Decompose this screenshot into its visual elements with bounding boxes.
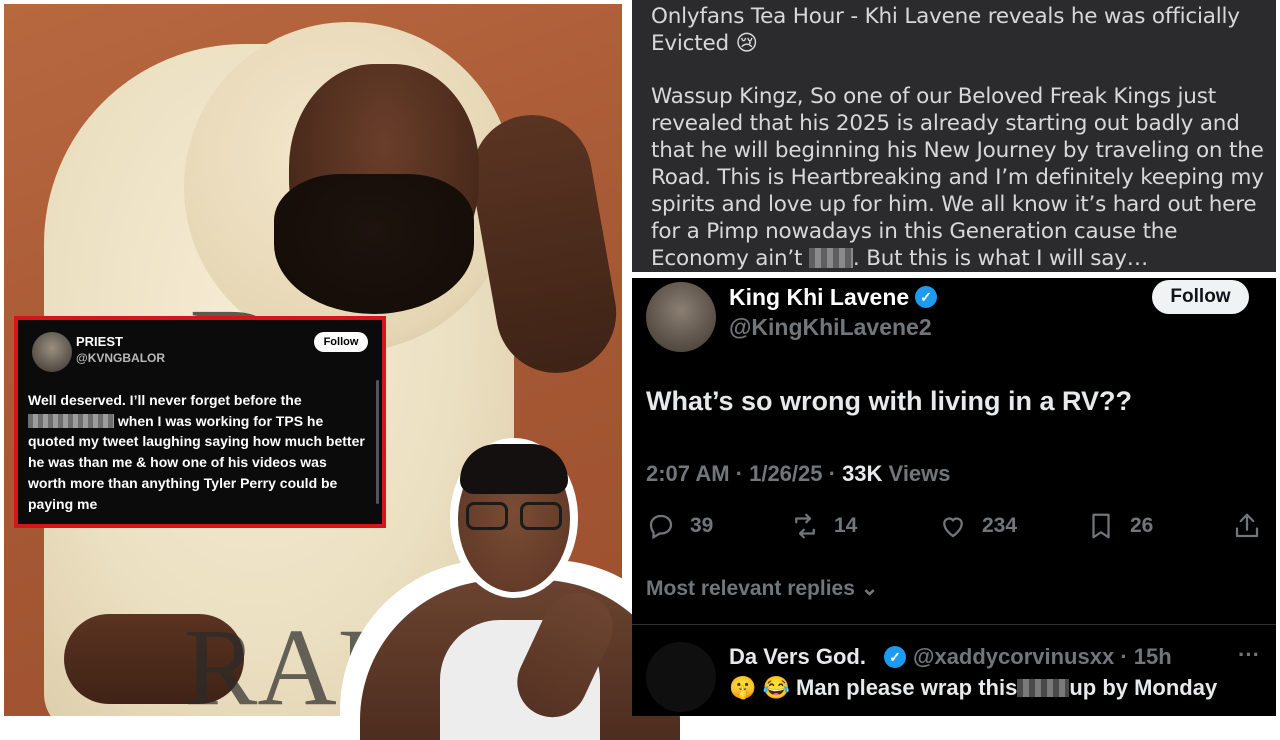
censor-bar <box>1017 679 1070 697</box>
reply-emoji: 🤫 😂 <box>729 675 790 700</box>
tweet-screenshot: King Khi Lavene ✓ @KingKhiLavene2 Follow… <box>632 278 1276 716</box>
reply-text-part1: Man please wrap this <box>796 675 1018 700</box>
repost-icon <box>795 513 815 539</box>
share-icon <box>1235 513 1259 538</box>
censor-bar <box>808 248 853 268</box>
author-handle[interactable]: @KVNGBALOR <box>76 351 165 365</box>
reply-count: 39 <box>690 514 714 537</box>
reply-author-handle[interactable]: @xaddycorvinusxx · 15h <box>913 644 1172 670</box>
verified-icon: ✓ <box>884 646 906 668</box>
replies-sort-dropdown[interactable]: Most relevant replies ⌄ <box>646 576 878 601</box>
post-body-part2: . But this is what I will say… <box>852 246 1149 271</box>
views-count: 33K <box>842 461 883 486</box>
tweet-text: What’s so wrong with living in a RV?? <box>646 386 1133 416</box>
replies-sort-label: Most relevant replies <box>646 577 855 600</box>
tweet-timestamp[interactable]: 2:07 AM · 1/26/25 · <box>646 461 836 486</box>
tweet-meta: 2:07 AM · 1/26/25 · 33K Views <box>646 461 951 487</box>
tweet-body: Well deserved. I’ll never forget before … <box>28 390 368 514</box>
like-stat[interactable]: 234 <box>938 511 1017 541</box>
author-handle[interactable]: @KingKhiLavene2 <box>729 314 932 341</box>
bookmark-stat[interactable]: 26 <box>1086 511 1153 541</box>
follow-button[interactable]: Follow <box>314 332 368 352</box>
repost-stat[interactable]: 14 <box>790 511 857 541</box>
reply-stat[interactable]: 39 <box>646 511 713 541</box>
bookmark-icon <box>1092 513 1110 539</box>
author-name[interactable]: King Khi Lavene <box>729 284 909 311</box>
avatar[interactable] <box>32 332 72 372</box>
reply-author-name[interactable]: Da Vers God. <box>729 644 866 670</box>
share-button[interactable] <box>1232 511 1262 541</box>
verified-icon: ✓ <box>915 286 937 308</box>
views-label: Views <box>888 461 951 486</box>
more-options-icon[interactable]: ··· <box>1238 642 1260 668</box>
author-name[interactable]: PRIEST <box>76 334 123 349</box>
follow-button[interactable]: Follow <box>1152 280 1249 314</box>
censor-bar <box>28 413 114 428</box>
like-icon <box>943 517 963 538</box>
post-body-part1: Wassup Kingz, So one of our Beloved Frea… <box>651 84 1264 271</box>
avatar[interactable] <box>646 282 716 352</box>
glasses-icon <box>462 502 566 532</box>
post-title: Onlyfans Tea Hour - Khi Lavene reveals h… <box>651 4 1240 56</box>
repost-count: 14 <box>834 514 858 537</box>
beard-shape <box>274 174 474 314</box>
divider <box>632 624 1276 625</box>
tweet-body-part1: Well deserved. I’ll never forget before … <box>28 392 302 408</box>
chevron-down-icon: ⌄ <box>860 577 879 600</box>
reply-text: 🤫 😂 Man please wrap this up by Monday <box>729 675 1217 701</box>
post-screenshot: Onlyfans Tea Hour - Khi Lavene reveals h… <box>632 0 1276 272</box>
reply-icon <box>649 514 673 540</box>
post-body: Wassup Kingz, So one of our Beloved Frea… <box>651 83 1271 272</box>
presenter-hair <box>460 444 568 494</box>
reply-text-part2: up by Monday <box>1069 675 1218 700</box>
bookmark-count: 26 <box>1130 514 1154 537</box>
reply-avatar[interactable] <box>646 642 716 712</box>
like-count: 234 <box>982 514 1018 537</box>
